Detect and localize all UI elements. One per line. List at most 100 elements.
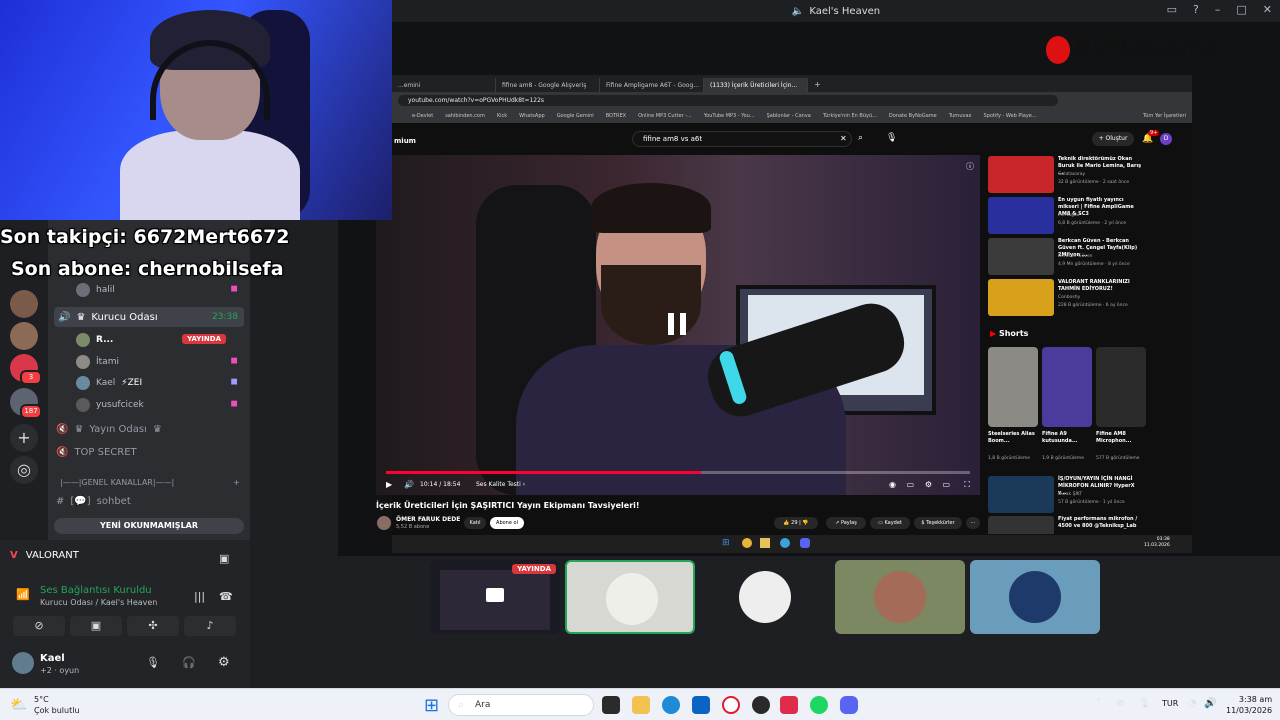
youtube-search-input[interactable]: fifine am8 vs a6t	[632, 131, 852, 147]
maximize-icon[interactable]: □	[1236, 3, 1246, 16]
voice-user[interactable]: Kael ⚡ZEI	[76, 376, 142, 390]
taskbar-search[interactable]: Ara	[448, 694, 594, 716]
close-icon[interactable]: ✕	[1263, 3, 1272, 16]
browser-tab[interactable]: Fifine Ampligame A6T - Goog...	[600, 78, 704, 92]
settings-icon[interactable]: ⚙	[218, 655, 230, 670]
create-button[interactable]: + Oluştur	[1092, 132, 1134, 146]
bookmark[interactable]: sahibinden.com	[445, 113, 485, 119]
video-player[interactable]: ⓘ ▶ 🔊 10:14 / 18:54 Ses Kalite Testi › ◉…	[376, 155, 980, 495]
stream-tile[interactable]: YAYINDA	[430, 560, 560, 634]
participant-tile-active[interactable]	[565, 560, 695, 634]
bookmark[interactable]: e-Devlet	[412, 113, 433, 119]
short-thumbnail[interactable]	[1042, 347, 1092, 427]
spotify-icon[interactable]	[810, 696, 828, 714]
thanks-button[interactable]: $ Teşekkürler	[914, 517, 962, 529]
recommendation[interactable]: En uygun fiyatlı yayıncı mikseri | Fifin…	[988, 197, 1148, 237]
recommendation[interactable]: Berkcan Güven - Berkcan Güven ft. Çengel…	[988, 238, 1148, 278]
add-channel-icon[interactable]: +	[233, 478, 240, 487]
channel-name[interactable]: ÖMER FARUK DEDE	[396, 516, 460, 523]
text-channel-sohbet[interactable]: # [💬] sohbet	[56, 496, 131, 507]
discord-icon[interactable]	[840, 696, 858, 714]
weather-desc[interactable]: Çok bulutlu	[34, 706, 80, 715]
volume-icon[interactable]: 🔊	[1204, 698, 1216, 709]
server-icon[interactable]: 3	[10, 354, 42, 385]
activities-button[interactable]: ✣	[127, 616, 179, 636]
inbox-icon[interactable]: ▭	[1167, 3, 1177, 16]
recommendation[interactable]: Fiyat performans mikrofon / 4500 ve 800 …	[988, 516, 1148, 534]
bookmark[interactable]: Donate ByNoGame	[889, 113, 937, 119]
bookmark[interactable]: Online MP3 Cutter -...	[638, 113, 692, 119]
bookmark[interactable]: Turnuvax	[949, 113, 972, 119]
voice-user[interactable]: yusufcicek	[76, 398, 144, 412]
clear-search-icon[interactable]: ✕	[840, 134, 847, 143]
recommendation[interactable]: VALORANT RANKLARINIZI TAHMİN EDİYORUZ! C…	[988, 279, 1148, 319]
short-title[interactable]: Fifine A9 kutusunda...	[1042, 431, 1092, 445]
short-thumbnail[interactable]	[1096, 347, 1146, 427]
obs-icon[interactable]	[752, 696, 770, 714]
bookmark[interactable]: Kick	[497, 113, 507, 119]
server-folder-icon[interactable]: 187	[10, 388, 42, 419]
recommendation[interactable]: İŞ/OYUN/YAYIN İÇİN HANGİ MİKROFON ALINIR…	[988, 476, 1148, 516]
server-icon[interactable]	[10, 322, 38, 350]
screen-share-icon[interactable]: ▣	[219, 552, 229, 565]
voice-connection-status[interactable]: Ses Bağlantısı Kuruldu	[40, 585, 152, 596]
category-genel-kanallar[interactable]: |——|GENEL KANALLAR|——| +	[60, 478, 240, 487]
short-title[interactable]: Steelseries Alias Boom...	[988, 431, 1038, 445]
new-unreads-button[interactable]: YENİ OKUNMAMIŞLAR	[54, 518, 244, 534]
subtitles-icon[interactable]: ▭	[906, 480, 914, 489]
save-button[interactable]: ▭ Kaydet	[870, 517, 910, 529]
add-server-icon[interactable]: +	[10, 424, 38, 452]
short-thumbnail[interactable]	[988, 347, 1038, 427]
short-title[interactable]: Fifine AM8 Microphon...	[1096, 431, 1146, 445]
url-field[interactable]: youtube.com/watch?v=oPGVoPHUdk8t=122s	[398, 95, 1058, 106]
like-button[interactable]: 👍 29 | 👎	[774, 517, 818, 529]
youtube-logo[interactable]: mium	[394, 137, 416, 145]
app-icon[interactable]	[780, 696, 798, 714]
wifi-icon[interactable]: ◔	[1188, 698, 1197, 709]
volume-icon[interactable]: 🔊	[404, 480, 414, 489]
voice-search-icon[interactable]: 🎙	[886, 133, 897, 143]
microphone-icon[interactable]: 🎙	[1138, 698, 1151, 709]
network-icon[interactable]: ⊘	[1116, 698, 1124, 709]
participant-tile[interactable]	[970, 560, 1100, 634]
account-avatar[interactable]: D	[1160, 133, 1172, 145]
user-avatar[interactable]	[12, 652, 34, 674]
weather-icon[interactable]: ⛅	[10, 697, 27, 713]
bookmark[interactable]: Google Gemini	[557, 113, 594, 119]
browser-tab[interactable]: fifine am8 - Google Alışveriş	[496, 78, 600, 92]
edge-icon[interactable]	[662, 696, 680, 714]
more-actions-icon[interactable]: ⋯	[966, 517, 980, 529]
settings-icon[interactable]: ⚙	[925, 480, 932, 489]
language-indicator[interactable]: TUR	[1162, 699, 1178, 708]
bookmark[interactable]: Türkiye'nin En Büyü...	[823, 113, 877, 119]
file-explorer-icon[interactable]	[632, 696, 650, 714]
voice-user[interactable]: halil	[76, 283, 115, 297]
voice-channel-top-secret[interactable]: 🔇 TOP SECRET	[56, 447, 137, 458]
share-button[interactable]: ↗ Paylaş	[826, 517, 866, 529]
join-button[interactable]: Katıl	[464, 517, 486, 529]
minimize-icon[interactable]: –	[1215, 3, 1221, 16]
camera-off-button[interactable]: ⊘	[13, 616, 65, 636]
screen-share-button[interactable]: ▣	[70, 616, 122, 636]
disconnect-icon[interactable]: ☎	[219, 590, 233, 603]
channel-avatar[interactable]	[377, 516, 391, 530]
clock[interactable]: 3:38 am 11/03/2026	[1226, 694, 1272, 716]
play-icon[interactable]: ▶	[386, 480, 392, 489]
start-icon[interactable]: ⊞	[424, 695, 439, 716]
new-tab-icon[interactable]: +	[808, 80, 827, 92]
chapter-label[interactable]: Ses Kalite Testi ›	[476, 481, 525, 488]
browser-tab[interactable]: ...emini	[392, 78, 496, 92]
recommendation[interactable]: Teknik direktörümüz Okan Buruk ile Mario…	[988, 156, 1148, 196]
voice-channel-kurucu[interactable]: 🔊 ♛ Kurucu Odası 23:38	[54, 307, 244, 327]
bookmark[interactable]: Şablonlar - Canva	[767, 113, 811, 119]
pause-overlay-icon[interactable]	[668, 313, 688, 335]
weather-temp[interactable]: 5°C	[34, 695, 49, 704]
info-icon[interactable]: ⓘ	[966, 161, 974, 172]
participant-tile[interactable]	[835, 560, 965, 634]
soundboard-button[interactable]: ♪	[184, 616, 236, 636]
autoplay-toggle[interactable]: ◉	[889, 480, 896, 489]
voice-user[interactable]: İtami	[76, 355, 119, 369]
discover-icon[interactable]: ◎	[10, 456, 38, 484]
bookmark[interactable]: Spotify - Web Playe...	[984, 113, 1037, 119]
browser-tab-active[interactable]: (1133) İçerik Üreticileri İçin...	[704, 78, 808, 92]
